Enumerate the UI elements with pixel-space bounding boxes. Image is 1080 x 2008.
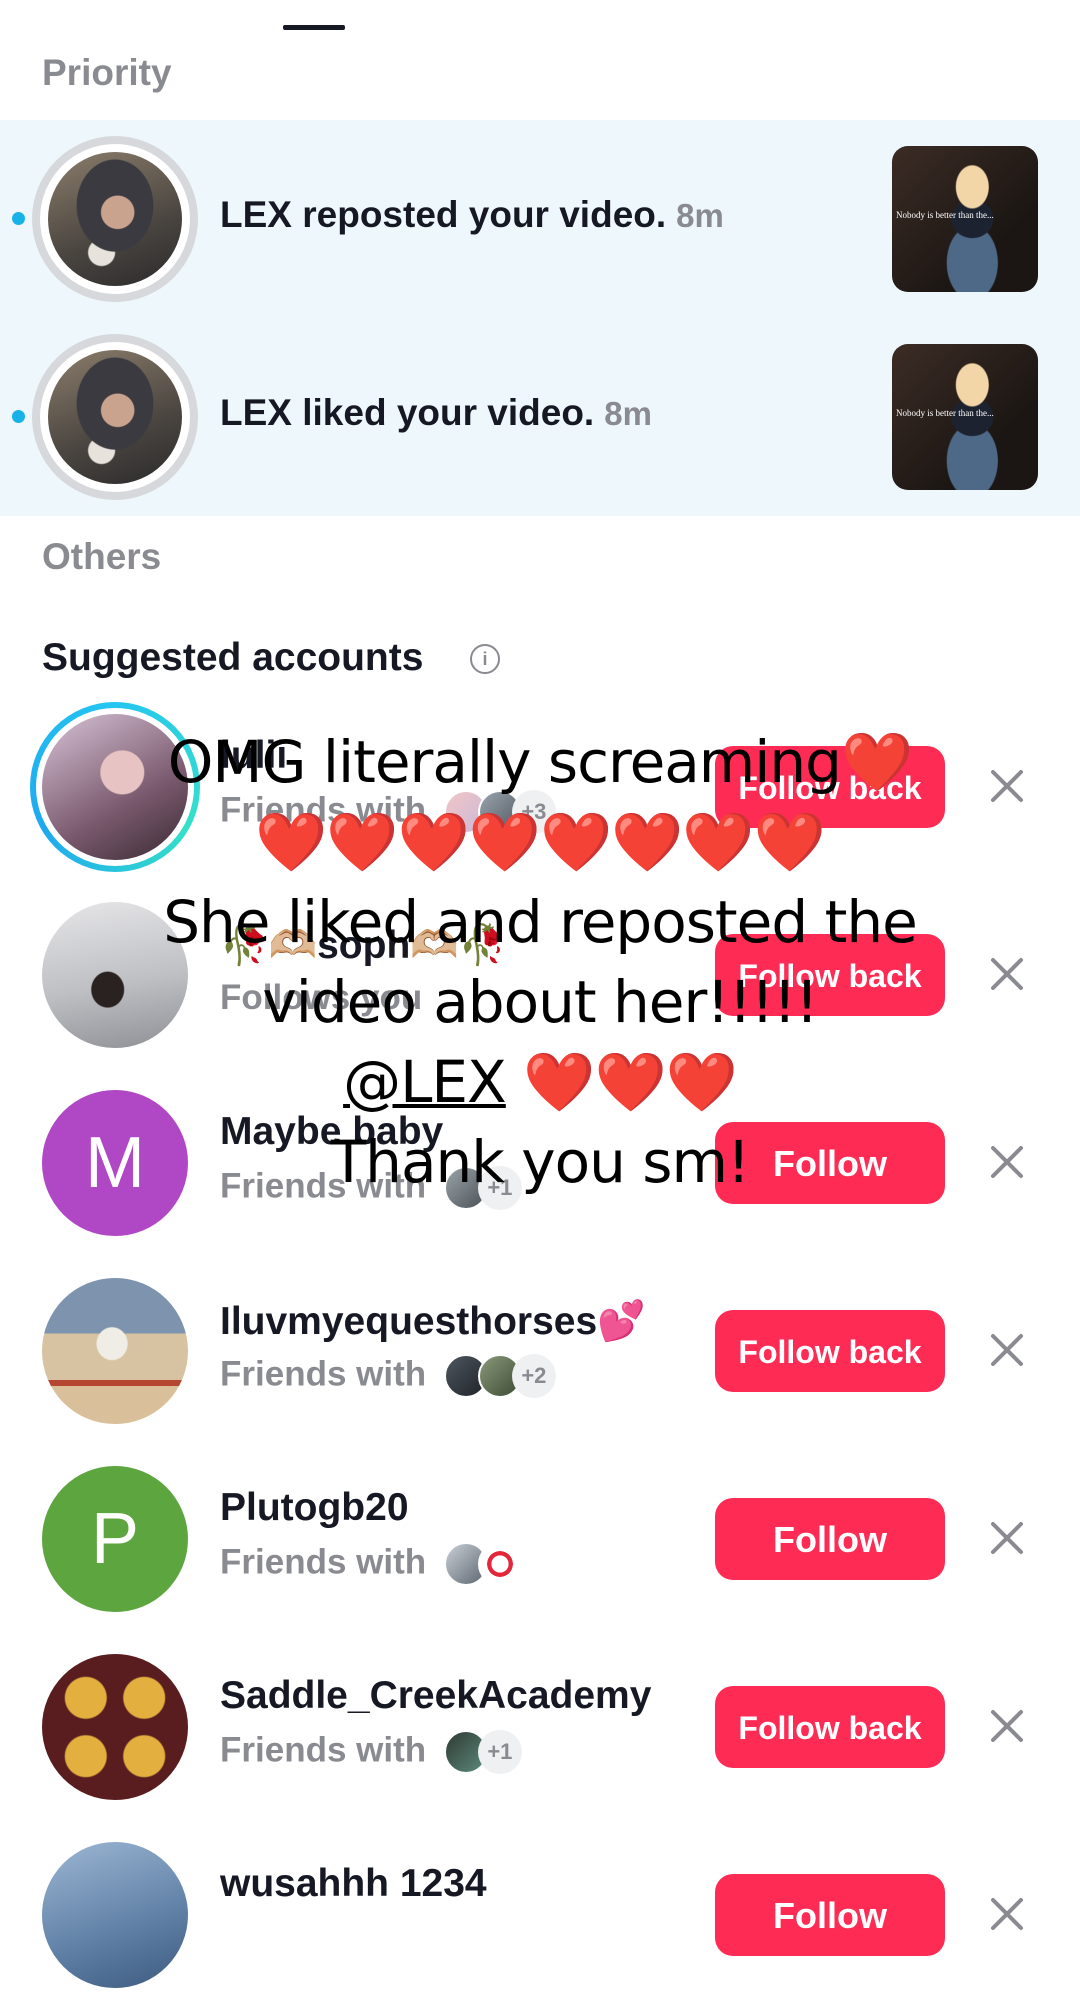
close-icon[interactable] — [985, 1704, 1029, 1748]
follow-back-button[interactable]: Follow back — [715, 746, 945, 828]
suggested-account-row[interactable]: P Plutogb20 Friends with Follow — [0, 1444, 1080, 1632]
account-name: Maybe baby — [220, 1110, 444, 1153]
suggested-account-row[interactable]: lulii Friends with +3 Follow back — [0, 692, 1080, 880]
avatar[interactable] — [42, 714, 188, 860]
account-subtitle: Friends with +1 — [220, 1730, 522, 1774]
close-icon[interactable] — [985, 1892, 1029, 1936]
follow-back-button[interactable]: Follow back — [715, 1686, 945, 1768]
section-title-others: Others — [42, 536, 162, 577]
avatar[interactable] — [42, 1842, 188, 1988]
close-icon[interactable] — [985, 764, 1029, 808]
notification-row[interactable]: LEX reposted your video. 8m Nobody is bet… — [0, 120, 1080, 318]
close-icon[interactable] — [985, 1140, 1029, 1184]
unread-dot — [12, 212, 25, 225]
account-name: Plutogb20 — [220, 1486, 409, 1529]
suggested-account-row[interactable]: 🥀🫶🏼soph🫶🏼🥀 Follows you Follow back — [0, 880, 1080, 1068]
tab-indicator — [283, 25, 345, 30]
account-name: lulii — [220, 734, 288, 777]
avatar[interactable]: P — [42, 1466, 188, 1612]
follow-back-button[interactable]: Follow back — [715, 934, 945, 1016]
notification-time: 8m — [676, 197, 724, 234]
follow-back-button[interactable]: Follow back — [715, 1310, 945, 1392]
account-subtitle: Follows you — [220, 978, 423, 1017]
account-name: Iluvmyequesthorses💕 — [220, 1300, 646, 1343]
avatar[interactable]: M — [42, 1090, 188, 1236]
mutual-count: +1 — [477, 1730, 522, 1774]
mutual-avatar — [477, 1542, 522, 1586]
mutual-count: +2 — [511, 1354, 556, 1398]
suggested-account-row[interactable]: Iluvmyequesthorses💕 Friends with +2 Foll… — [0, 1256, 1080, 1444]
friends-with-label: Friends with — [220, 1542, 427, 1582]
follow-button[interactable]: Follow — [715, 1874, 945, 1956]
friends-with-label: Friends with — [220, 790, 427, 830]
section-title-priority: Priority — [42, 52, 172, 93]
avatar-photo — [48, 350, 182, 484]
avatar[interactable] — [42, 902, 188, 1048]
notification-message: LEX reposted your video. — [220, 194, 667, 235]
suggested-account-row[interactable]: Saddle_CreekAcademy Friends with +1 Foll… — [0, 1632, 1080, 1820]
account-subtitle: Friends with — [220, 1542, 522, 1586]
follow-button[interactable]: Follow — [715, 1122, 945, 1204]
friends-with-label: Friends with — [220, 1166, 427, 1206]
account-subtitle: Friends with +2 — [220, 1354, 556, 1398]
avatar[interactable] — [42, 1654, 188, 1800]
notification-text: LEX liked your video. 8m — [220, 392, 652, 434]
thumbnail-caption: Nobody is better than the... — [896, 408, 994, 418]
avatar[interactable] — [32, 334, 198, 500]
friends-with-label: Friends with — [220, 1354, 427, 1394]
account-subtitle: Friends with +1 — [220, 1166, 522, 1210]
friends-with-label: Friends with — [220, 1730, 427, 1770]
close-icon[interactable] — [985, 1516, 1029, 1560]
video-thumbnail[interactable]: Nobody is better than the... — [892, 344, 1038, 490]
notification-text: LEX reposted your video. 8m — [220, 194, 724, 236]
account-name: 🥀🫶🏼soph🫶🏼🥀 — [220, 924, 508, 967]
close-icon[interactable] — [985, 952, 1029, 996]
avatar[interactable] — [32, 136, 198, 302]
unread-dot — [12, 410, 25, 423]
mutual-count: +1 — [477, 1166, 522, 1210]
video-thumbnail[interactable]: Nobody is better than the... — [892, 146, 1038, 292]
info-icon[interactable]: i — [470, 644, 500, 674]
close-icon[interactable] — [985, 1328, 1029, 1372]
avatar[interactable] — [42, 1278, 188, 1424]
account-subtitle: Friends with +3 — [220, 790, 556, 834]
suggested-account-row[interactable]: M Maybe baby Friends with +1 Follow — [0, 1068, 1080, 1256]
suggested-accounts-title: Suggested accounts — [42, 636, 424, 679]
follow-button[interactable]: Follow — [715, 1498, 945, 1580]
notification-time: 8m — [604, 395, 652, 432]
mutual-count: +3 — [511, 790, 556, 834]
avatar-photo — [48, 152, 182, 286]
thumbnail-caption: Nobody is better than the... — [896, 210, 994, 220]
notification-row[interactable]: LEX liked your video. 8m Nobody is better… — [0, 318, 1080, 516]
account-name: Saddle_CreekAcademy — [220, 1674, 652, 1717]
notification-message: LEX liked your video. — [220, 392, 595, 433]
account-name: wusahhh 1234 — [220, 1862, 487, 1905]
suggested-account-row[interactable]: wusahhh 1234 Follow — [0, 1820, 1080, 2008]
